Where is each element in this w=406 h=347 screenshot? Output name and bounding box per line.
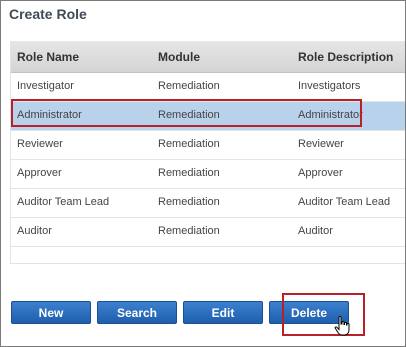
- edit-button[interactable]: Edit: [183, 301, 263, 324]
- role-name-cell: Administrator: [17, 109, 82, 121]
- module-cell: Remediation: [158, 225, 220, 237]
- role-description-cell: Auditor: [298, 225, 333, 237]
- column-header-module[interactable]: Module: [158, 50, 200, 64]
- create-role-panel: Create Role Role Name Module Role Descri…: [0, 0, 406, 347]
- role-description-cell: Approver: [298, 167, 343, 179]
- role-description-cell: Investigators: [298, 80, 361, 92]
- table-row[interactable]: Auditor Team Lead Remediation Auditor Te…: [11, 189, 405, 218]
- module-cell: Remediation: [158, 196, 220, 208]
- table-row[interactable]: Reviewer Remediation Reviewer: [11, 131, 405, 160]
- column-header-role-description[interactable]: Role Description: [298, 50, 393, 64]
- role-name-cell: Auditor: [17, 225, 52, 237]
- table-row[interactable]: Investigator Remediation Investigators: [11, 73, 405, 102]
- hand-pointer-icon: [334, 316, 350, 336]
- new-button[interactable]: New: [11, 301, 91, 324]
- role-name-cell: Approver: [17, 167, 62, 179]
- roles-grid: Role Name Module Role Description Invest…: [10, 41, 405, 264]
- role-name-cell: Investigator: [17, 80, 74, 92]
- table-row[interactable]: Auditor Remediation Auditor: [11, 218, 405, 247]
- table-row-selected[interactable]: Administrator Remediation Administrator: [11, 102, 405, 131]
- grid-header: Role Name Module Role Description: [11, 41, 405, 73]
- table-row[interactable]: Approver Remediation Approver: [11, 160, 405, 189]
- column-header-role-name[interactable]: Role Name: [17, 50, 79, 64]
- module-cell: Remediation: [158, 138, 220, 150]
- module-cell: Remediation: [158, 80, 220, 92]
- module-cell: Remediation: [158, 109, 220, 121]
- role-name-cell: Auditor Team Lead: [17, 196, 110, 208]
- panel-title: Create Role: [9, 6, 87, 22]
- role-description-cell: Administrator: [298, 109, 363, 121]
- role-description-cell: Auditor Team Lead: [298, 196, 391, 208]
- role-name-cell: Reviewer: [17, 138, 63, 150]
- search-button[interactable]: Search: [97, 301, 177, 324]
- role-description-cell: Reviewer: [298, 138, 344, 150]
- module-cell: Remediation: [158, 167, 220, 179]
